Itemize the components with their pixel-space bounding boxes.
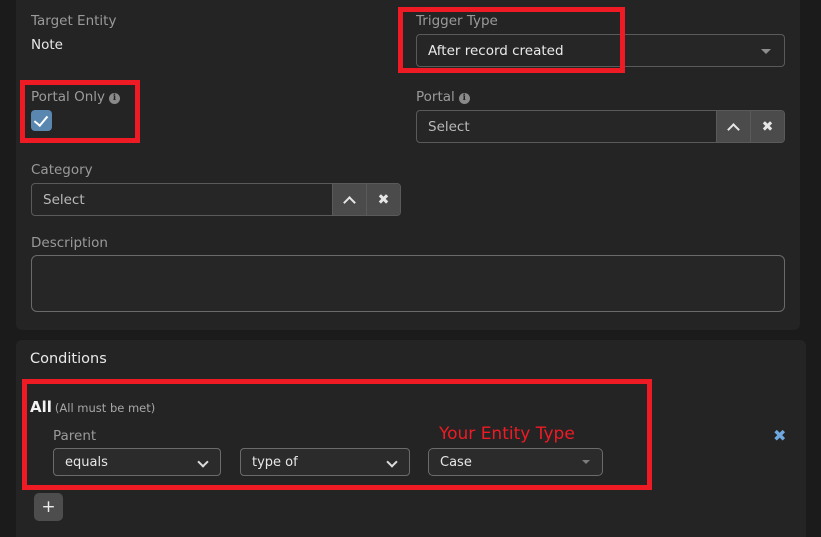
add-condition-button[interactable]: + <box>34 493 63 521</box>
condition-entity-value: Case <box>440 454 472 470</box>
condition-entity-select[interactable]: Case <box>428 448 603 476</box>
condition-group-operator: All (All must be met) <box>30 398 155 416</box>
clear-x-icon: ✖ <box>761 118 774 135</box>
category-value[interactable]: Select <box>32 184 332 215</box>
portal-only-label: Portal Only i <box>31 89 120 105</box>
trigger-type-select[interactable]: After record created <box>416 34 785 67</box>
portal-value[interactable]: Select <box>417 111 716 142</box>
target-entity-label: Target Entity <box>31 13 117 29</box>
target-entity-value: Note <box>31 37 63 53</box>
condition-group-operator-value: All <box>30 398 52 416</box>
condition-comparator-select[interactable]: equals <box>53 448 221 476</box>
caret-down-icon <box>582 460 590 464</box>
entity-type-annotation: Your Entity Type <box>439 424 575 444</box>
category-label: Category <box>31 162 93 178</box>
portal-label-text: Portal <box>416 89 455 105</box>
condition-field-label: Parent <box>53 428 97 444</box>
portal-only-checkbox[interactable] <box>31 110 52 131</box>
chevron-down-icon <box>388 458 397 467</box>
condition-comparator-value: equals <box>65 454 108 470</box>
conditions-panel <box>16 340 806 537</box>
portal-chevron-up-button[interactable] <box>716 111 750 142</box>
portal-only-label-text: Portal Only <box>31 89 105 105</box>
category-select[interactable]: Select ✖ <box>31 183 401 216</box>
condition-relation-select[interactable]: type of <box>240 448 410 476</box>
info-icon[interactable]: i <box>109 93 120 104</box>
clear-x-icon: ✖ <box>377 191 390 208</box>
conditions-title: Conditions <box>30 351 107 367</box>
description-label: Description <box>31 235 108 251</box>
description-textarea[interactable] <box>31 255 785 312</box>
portal-clear-button[interactable]: ✖ <box>750 111 784 142</box>
condition-group-operator-note: (All must be met) <box>54 401 156 415</box>
portal-select[interactable]: Select ✖ <box>416 110 785 143</box>
portal-label: Portal i <box>416 89 470 105</box>
chevron-up-icon <box>728 121 739 132</box>
trigger-type-label: Trigger Type <box>416 13 498 29</box>
category-clear-button[interactable]: ✖ <box>366 184 400 215</box>
automation-rule-editor: Target Entity Note Portal Only i Category… <box>0 0 821 537</box>
condition-remove-button[interactable]: ✖ <box>773 426 786 445</box>
trigger-type-value[interactable]: After record created <box>417 35 784 66</box>
chevron-down-icon <box>199 458 208 467</box>
info-icon[interactable]: i <box>458 93 470 104</box>
category-chevron-up-button[interactable] <box>332 184 366 215</box>
condition-relation-value: type of <box>252 454 298 470</box>
chevron-up-icon <box>344 194 355 205</box>
caret-down-icon <box>761 48 771 54</box>
